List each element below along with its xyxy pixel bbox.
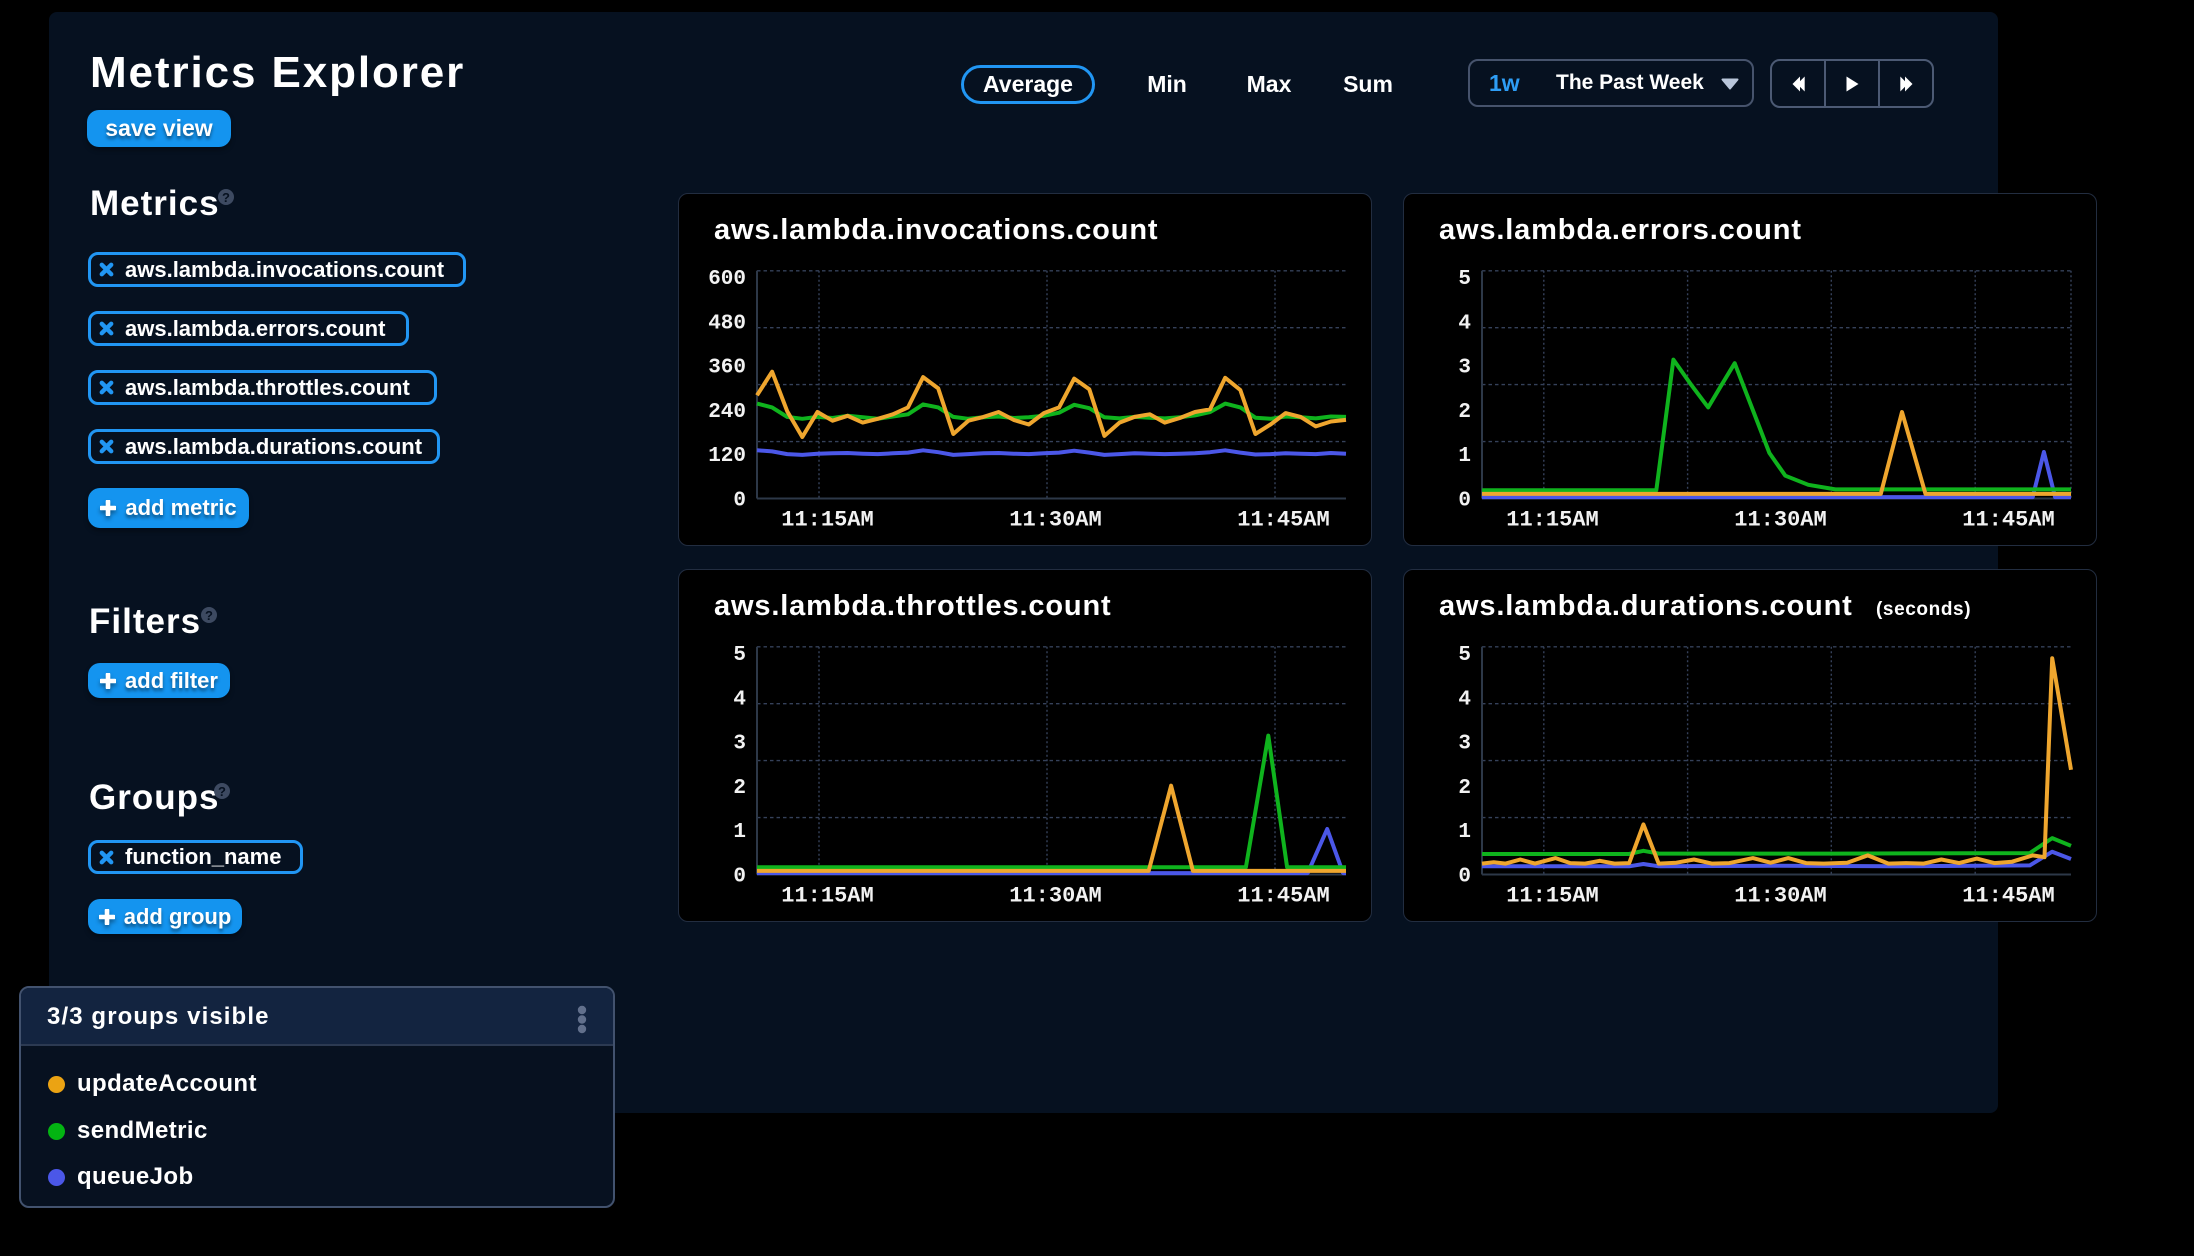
svg-text:11:15AM: 11:15AM xyxy=(781,508,873,533)
svg-text:11:15AM: 11:15AM xyxy=(781,884,873,909)
svg-text:11:45AM: 11:45AM xyxy=(1237,508,1329,533)
svg-text:aws.lambda.invocations.count: aws.lambda.invocations.count xyxy=(714,214,1158,246)
svg-text:11:30AM: 11:30AM xyxy=(1009,884,1101,909)
svg-text:0: 0 xyxy=(733,490,746,513)
svg-text:0: 0 xyxy=(1458,866,1471,889)
svg-text:1: 1 xyxy=(733,821,746,844)
svg-text:11:45AM: 11:45AM xyxy=(1237,884,1329,909)
svg-text:11:30AM: 11:30AM xyxy=(1734,884,1826,909)
svg-text:1: 1 xyxy=(1458,821,1471,844)
svg-text:aws.lambda.durations.count: aws.lambda.durations.count xyxy=(1439,590,1853,622)
svg-text:4: 4 xyxy=(1458,689,1471,712)
svg-text:4: 4 xyxy=(733,689,746,712)
svg-text:360: 360 xyxy=(708,357,746,380)
svg-text:4: 4 xyxy=(1458,313,1471,336)
svg-text:11:30AM: 11:30AM xyxy=(1009,508,1101,533)
svg-text:11:15AM: 11:15AM xyxy=(1506,884,1598,909)
svg-text:11:15AM: 11:15AM xyxy=(1506,508,1598,533)
svg-text:600: 600 xyxy=(708,268,746,291)
svg-text:5: 5 xyxy=(1458,268,1471,291)
svg-text:(seconds): (seconds) xyxy=(1876,599,1971,620)
svg-text:aws.lambda.errors.count: aws.lambda.errors.count xyxy=(1439,214,1802,246)
svg-text:480: 480 xyxy=(708,313,746,336)
svg-text:11:30AM: 11:30AM xyxy=(1734,508,1826,533)
svg-text:11:45AM: 11:45AM xyxy=(1962,508,2054,533)
svg-text:aws.lambda.throttles.count: aws.lambda.throttles.count xyxy=(714,590,1112,622)
svg-text:2: 2 xyxy=(1458,401,1471,424)
svg-text:1: 1 xyxy=(1458,445,1471,468)
svg-text:120: 120 xyxy=(708,445,746,468)
svg-text:2: 2 xyxy=(733,777,746,800)
svg-text:3: 3 xyxy=(1458,357,1471,380)
svg-text:3: 3 xyxy=(733,733,746,756)
svg-text:0: 0 xyxy=(1458,490,1471,513)
svg-text:2: 2 xyxy=(1458,777,1471,800)
svg-text:240: 240 xyxy=(708,401,746,424)
svg-text:0: 0 xyxy=(733,866,746,889)
svg-text:11:45AM: 11:45AM xyxy=(1962,884,2054,909)
svg-text:5: 5 xyxy=(1458,644,1471,667)
svg-text:5: 5 xyxy=(733,644,746,667)
svg-text:3: 3 xyxy=(1458,733,1471,756)
